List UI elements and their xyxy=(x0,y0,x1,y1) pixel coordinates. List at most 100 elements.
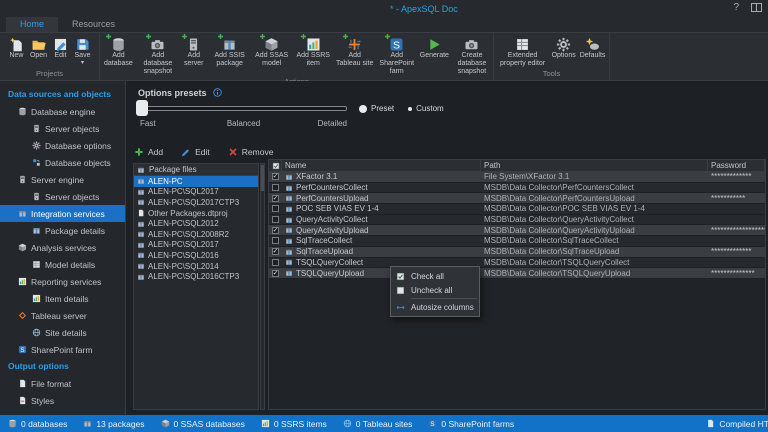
sidebar-item-server-objects[interactable]: Server objects xyxy=(0,188,125,205)
sidebar-item-database-objects[interactable]: Database objects xyxy=(0,154,125,171)
package-row[interactable]: QueryActivityCollect MSDB\Data Collector\… xyxy=(269,214,765,226)
row-password xyxy=(708,183,765,193)
svg-text:S: S xyxy=(393,39,400,51)
dropdown-arrow-icon[interactable]: ▾ xyxy=(81,60,84,66)
table-header-name[interactable]: Name xyxy=(282,160,481,171)
radio-dot-icon[interactable] xyxy=(359,104,367,113)
table-header-password[interactable]: Password xyxy=(708,160,765,171)
checkbox-checked-icon[interactable]: ✓ xyxy=(272,173,279,181)
ribbon-button-add-sharepoint-farm[interactable]: S Add SharePoint farm xyxy=(376,33,418,76)
package-row[interactable]: PerfCountersCollect MSDB\Data Collector\P… xyxy=(269,182,765,194)
remove-button[interactable]: Remove xyxy=(228,147,273,157)
status-output-format: Compiled HTM xyxy=(706,415,768,432)
radio-custom[interactable]: Custom xyxy=(408,104,444,113)
document-icon xyxy=(137,209,145,217)
package-row[interactable]: ✓ PerfCountersUpload MSDB\Data Collector\P… xyxy=(269,193,765,205)
radio-dot-icon[interactable] xyxy=(408,106,413,111)
checkbox-checked-icon[interactable]: ✓ xyxy=(272,194,279,202)
ribbon-button-defaults[interactable]: Defaults xyxy=(578,36,608,60)
ribbon-button-options[interactable]: Options xyxy=(550,36,578,60)
package-icon xyxy=(285,258,293,266)
checkbox-icon[interactable] xyxy=(272,184,279,192)
row-password xyxy=(708,236,765,246)
help-icon[interactable]: ? xyxy=(733,2,739,13)
scrollbar-thumb[interactable] xyxy=(261,165,264,191)
package-row[interactable]: ✓ TSQLQueryUpload MSDB\Data Collector\TSQL… xyxy=(269,268,765,279)
sidebar-item-item-details[interactable]: Item details xyxy=(0,290,125,307)
checkbox-checked-icon[interactable]: ✓ xyxy=(272,248,279,256)
context-menu-item-autosize-columns[interactable]: Autosize columns xyxy=(391,300,479,314)
package-row[interactable]: ✓ QueryActivityUpload MSDB\Data Collector\… xyxy=(269,225,765,237)
checkbox-checked-icon[interactable]: ✓ xyxy=(272,269,279,277)
package-list-scrollbar[interactable] xyxy=(260,163,265,410)
checkbox-icon[interactable] xyxy=(272,258,279,266)
preset-slider-handle[interactable] xyxy=(136,100,148,116)
ribbon-button-create-database-snapshot[interactable]: Create database snapshot xyxy=(451,36,493,76)
sidebar-section-data-sources-and-objects: Data sources and objects xyxy=(8,89,111,99)
package-file-item[interactable]: Other Packages.dtproj xyxy=(134,208,258,219)
sidebar-item-tableau-server[interactable]: Tableau server xyxy=(0,307,125,324)
package-file-item[interactable]: ALEN-PC\SQL2017CTP3 xyxy=(134,197,258,208)
checkbox-icon[interactable] xyxy=(272,205,279,213)
edit-button[interactable]: Edit xyxy=(181,147,210,157)
package-row[interactable]: POC SEB VIAS EV 1-4 MSDB\Data Collector\P… xyxy=(269,204,765,215)
checkbox-icon[interactable] xyxy=(272,237,279,245)
sidebar-item-site-details[interactable]: Site details xyxy=(0,324,125,341)
ribbon-button-add-ssas-model[interactable]: Add SSAS model xyxy=(251,33,293,68)
sidebar-item-server-objects[interactable]: Server objects xyxy=(0,120,125,137)
ribbon-button-edit[interactable]: Edit xyxy=(50,36,72,60)
ribbon-button-open[interactable]: Open xyxy=(28,36,50,60)
sidebar-item-server-engine[interactable]: Server engine xyxy=(0,171,125,188)
ribbon-button-new[interactable]: New xyxy=(6,36,28,60)
document-red-icon xyxy=(18,396,27,405)
ribbon-button-add-tableau-site[interactable]: Add Tableau site xyxy=(334,33,376,68)
package-file-item[interactable]: ALEN-PC\SQL2017 xyxy=(134,187,258,198)
sidebar-item-integration-services[interactable]: Integration services xyxy=(0,205,125,222)
sidebar-item-package-details[interactable]: Package details xyxy=(0,222,125,239)
status-0-tableau-sites: 0 Tableau sites xyxy=(343,419,412,429)
sidebar-item-file-format[interactable]: File format xyxy=(0,375,125,392)
package-row[interactable]: SqlTraceCollect MSDB\Data Collector\SqlTr… xyxy=(269,236,765,247)
ribbon-button-add-database[interactable]: Add database xyxy=(100,33,137,68)
slider-label-detailed: Detailed xyxy=(317,119,347,128)
ribbon-button-add-ssrs-item[interactable]: Add SSRS item xyxy=(293,33,334,68)
ribbon-button-save[interactable]: Save ▾ xyxy=(72,36,94,66)
status-0-sharepoint-farms: S 0 SharePoint farms xyxy=(428,419,514,429)
sidebar-item-analysis-services[interactable]: Analysis services xyxy=(0,239,125,256)
sidebar-item-database-engine[interactable]: Database engine xyxy=(0,103,125,120)
sidebar-item-styles[interactable]: Styles xyxy=(0,392,125,409)
context-menu-item-check-all[interactable]: Check all xyxy=(391,269,479,283)
tab-resources[interactable]: Resources xyxy=(58,17,129,32)
package-file-item[interactable]: ALEN-PC\SQL2014 xyxy=(134,261,258,272)
info-icon[interactable] xyxy=(213,88,222,97)
checkbox-icon[interactable] xyxy=(272,216,279,224)
package-file-item[interactable]: ALEN-PC\SQL2012 xyxy=(134,218,258,229)
sidebar-item-database-options[interactable]: Database options xyxy=(0,137,125,154)
ribbon-button-add-database-snapshot[interactable]: Add database snapshot xyxy=(137,33,179,76)
package-row[interactable]: TSQLQueryCollect MSDB\Data Collector\TSQL… xyxy=(269,257,765,269)
radio-preset[interactable]: Preset xyxy=(359,104,394,113)
package-file-item[interactable]: ALEN-PC xyxy=(134,176,258,187)
table-header-check[interactable] xyxy=(269,160,282,171)
context-menu-item-uncheck-all[interactable]: Uncheck all xyxy=(391,283,479,297)
window-layout-icon[interactable] xyxy=(751,3,762,12)
sidebar-item-reporting-services[interactable]: Reporting services xyxy=(0,273,125,290)
package-file-item[interactable]: ALEN-PC\SQL2008R2 xyxy=(134,229,258,240)
tab-home[interactable]: Home xyxy=(6,17,59,32)
header-checkbox-icon[interactable] xyxy=(272,162,280,170)
package-file-item[interactable]: ALEN-PC\SQL2016CTP3 xyxy=(134,271,258,282)
sidebar-item-model-details[interactable]: Model details xyxy=(0,256,125,273)
preset-slider-track[interactable] xyxy=(140,106,347,111)
ribbon-button-add-server[interactable]: Add server xyxy=(179,33,209,68)
ribbon-button-generate[interactable]: Generate xyxy=(418,36,451,60)
checkbox-checked-icon[interactable]: ✓ xyxy=(272,226,279,234)
package-row[interactable]: ✓ SqlTraceUpload MSDB\Data Collector\SqlTr… xyxy=(269,246,765,258)
table-header-path[interactable]: Path xyxy=(481,160,708,171)
package-file-item[interactable]: ALEN-PC\SQL2017 xyxy=(134,240,258,251)
add-button[interactable]: Add xyxy=(134,147,163,157)
sidebar-item-sharepoint-farm[interactable]: S SharePoint farm xyxy=(0,341,125,358)
ribbon-button-extended-property-editor[interactable]: Extended property editor xyxy=(496,36,550,68)
package-row[interactable]: ✓ XFactor 3.1 File System\XFactor 3.1 *****… xyxy=(269,172,765,183)
package-file-item[interactable]: ALEN-PC\SQL2016 xyxy=(134,250,258,261)
ribbon-button-add-ssis-package[interactable]: Add SSIS package xyxy=(209,33,251,68)
